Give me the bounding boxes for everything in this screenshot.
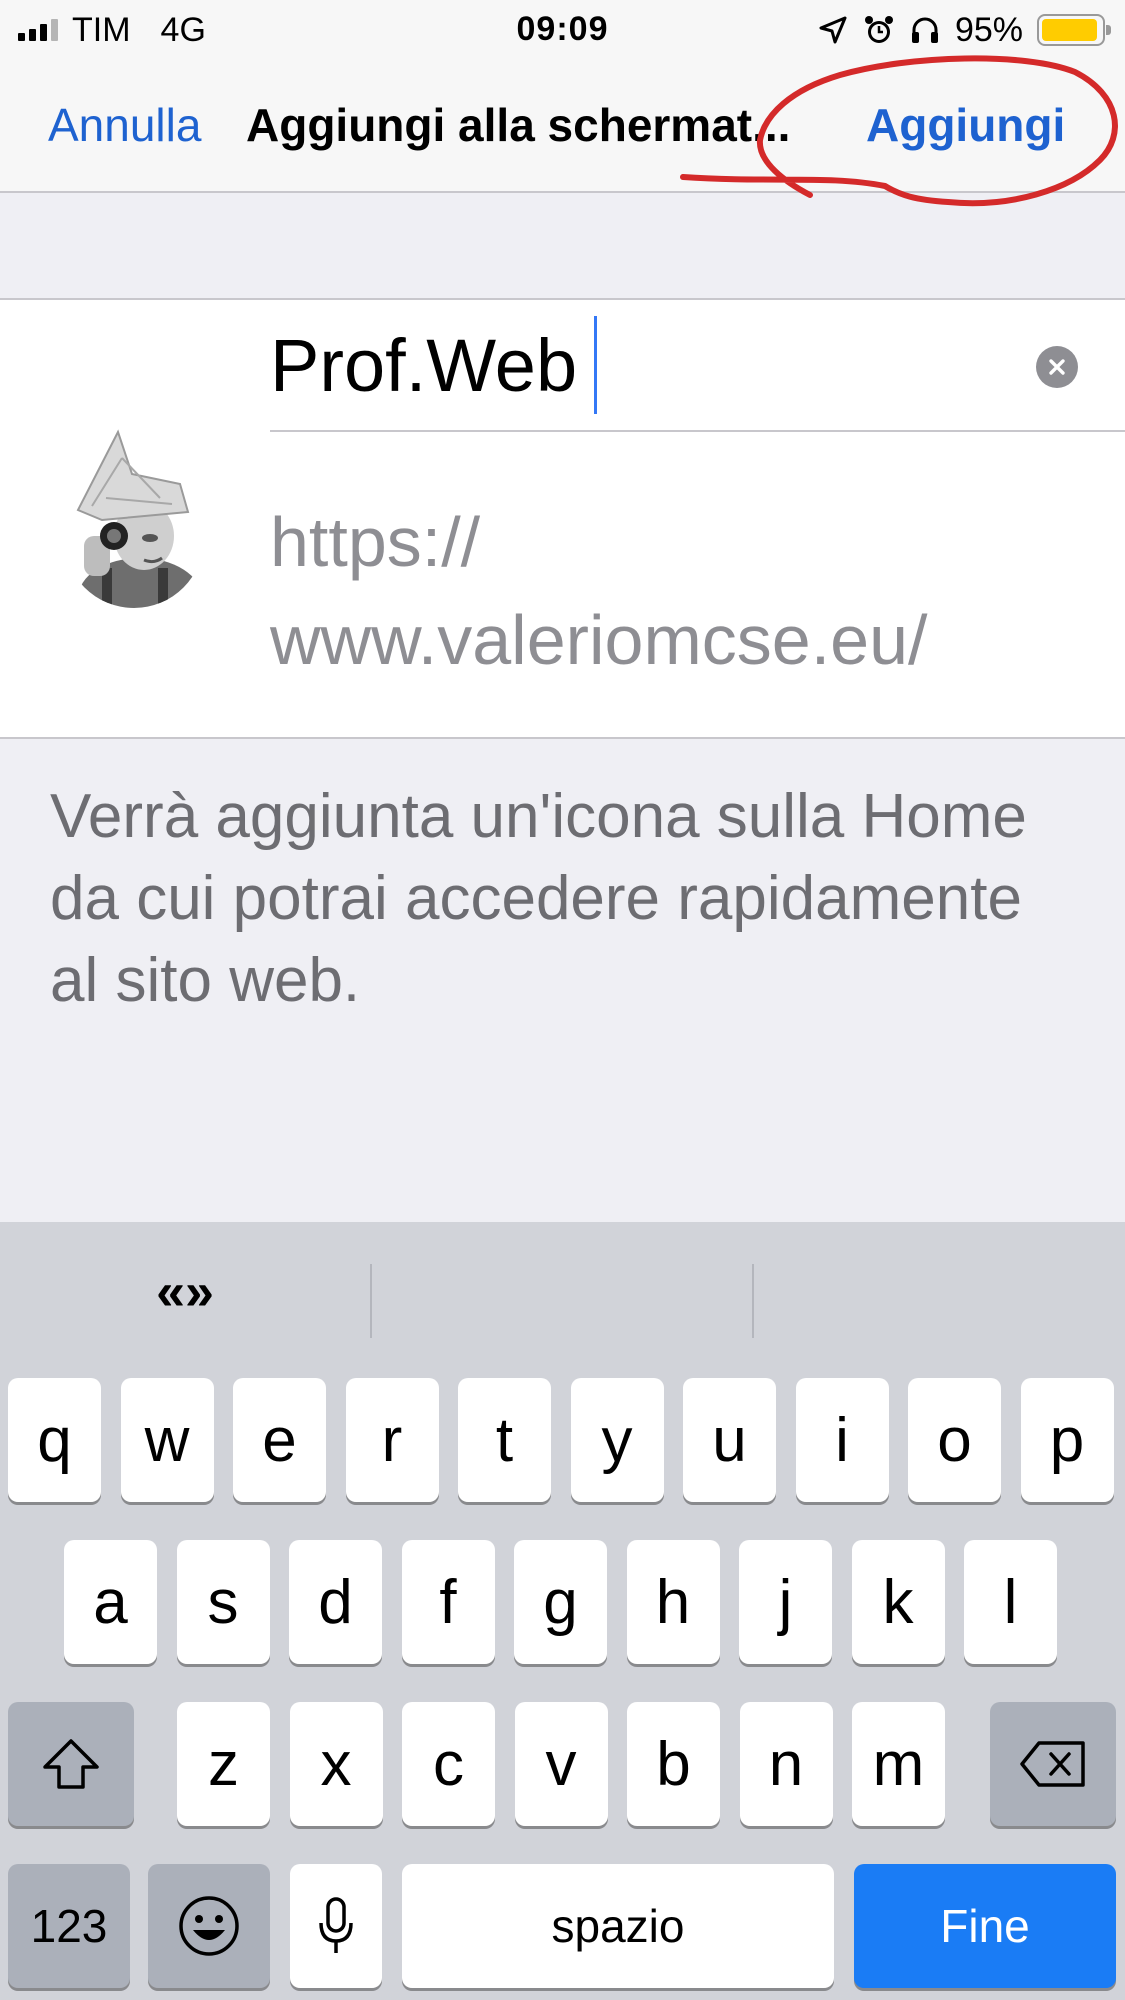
shift-arrow-icon — [43, 1739, 99, 1789]
nav-title: Aggiungi alla schermat... — [246, 99, 791, 151]
key-q[interactable]: q — [8, 1378, 101, 1502]
key-e[interactable]: e — [233, 1378, 326, 1502]
cancel-button[interactable]: Annulla — [48, 98, 201, 152]
numbers-key[interactable]: 123 — [8, 1864, 130, 1988]
info-description: Verrà aggiunta un'icona sulla Home da cu… — [50, 782, 1027, 1015]
key-b[interactable]: b — [627, 1702, 720, 1826]
emoji-key[interactable] — [148, 1864, 270, 1988]
key-z[interactable]: z — [177, 1702, 270, 1826]
field-separator — [270, 430, 1125, 432]
text-cursor — [594, 316, 597, 414]
key-m[interactable]: m — [852, 1702, 945, 1826]
microphone-icon — [319, 1897, 353, 1953]
shortcut-name-input[interactable] — [270, 322, 1010, 408]
key-a[interactable]: a — [64, 1540, 157, 1664]
key-k[interactable]: k — [851, 1540, 945, 1664]
shift-key[interactable] — [8, 1702, 134, 1826]
key-x[interactable]: x — [289, 1702, 383, 1826]
space-key[interactable]: spazio — [402, 1864, 834, 1988]
status-right: 95% — [817, 10, 1111, 50]
backspace-icon — [1020, 1741, 1085, 1787]
key-h[interactable]: h — [626, 1540, 720, 1664]
shortcut-form: https:// www.valeriomcse.eu/ — [0, 298, 1125, 739]
clear-text-button[interactable] — [1036, 346, 1078, 388]
keyboard: «» 123 spazio Fine qwerty u i o p a s d … — [0, 1222, 1125, 2000]
key-s[interactable]: s — [176, 1540, 270, 1664]
predictive-bar: «» — [0, 1222, 1125, 1382]
key-d[interactable]: d — [289, 1540, 382, 1664]
battery-level — [1042, 19, 1098, 41]
key-w[interactable]: w — [120, 1378, 214, 1502]
navigation-bar: Annulla Aggiungi alla schermat... Aggiun… — [0, 60, 1125, 193]
headphones-icon — [911, 17, 938, 43]
key-u[interactable]: u — [683, 1378, 776, 1502]
key-l[interactable]: l — [964, 1540, 1057, 1664]
key-f[interactable]: f — [401, 1540, 495, 1664]
shortcut-url: https:// www.valeriomcse.eu/ — [270, 503, 928, 679]
key-t[interactable]: t — [458, 1378, 551, 1502]
key-p[interactable]: p — [1020, 1378, 1114, 1502]
clear-x-icon — [1049, 359, 1065, 375]
key-n[interactable]: n — [739, 1702, 833, 1826]
prediction-suggestion[interactable]: «» — [0, 1262, 370, 1336]
delete-key[interactable] — [990, 1702, 1116, 1826]
dictation-key[interactable] — [290, 1864, 382, 1988]
key-j[interactable]: j — [739, 1540, 832, 1664]
key-c[interactable]: c — [402, 1702, 495, 1826]
key-o[interactable]: o — [908, 1378, 1001, 1502]
location-arrow-icon — [819, 16, 847, 44]
key-i[interactable]: i — [795, 1378, 889, 1502]
done-key[interactable]: Fine — [854, 1864, 1116, 1988]
prediction-suggestion[interactable] — [754, 1262, 1125, 1336]
status-bar: TIM 4G 09:09 95% — [0, 0, 1125, 60]
key-r[interactable]: r — [345, 1378, 439, 1502]
prediction-suggestion[interactable] — [372, 1262, 752, 1336]
alarm-icon — [864, 16, 893, 43]
key-v[interactable]: v — [514, 1702, 608, 1826]
battery-icon — [1037, 14, 1111, 46]
key-g[interactable]: g — [514, 1540, 607, 1664]
key-y[interactable]: y — [570, 1378, 664, 1502]
emoji-smiley-icon — [179, 1896, 239, 1956]
site-icon-image — [64, 429, 204, 608]
add-button[interactable]: Aggiungi — [866, 98, 1065, 152]
battery-percent: 95% — [954, 10, 1023, 49]
